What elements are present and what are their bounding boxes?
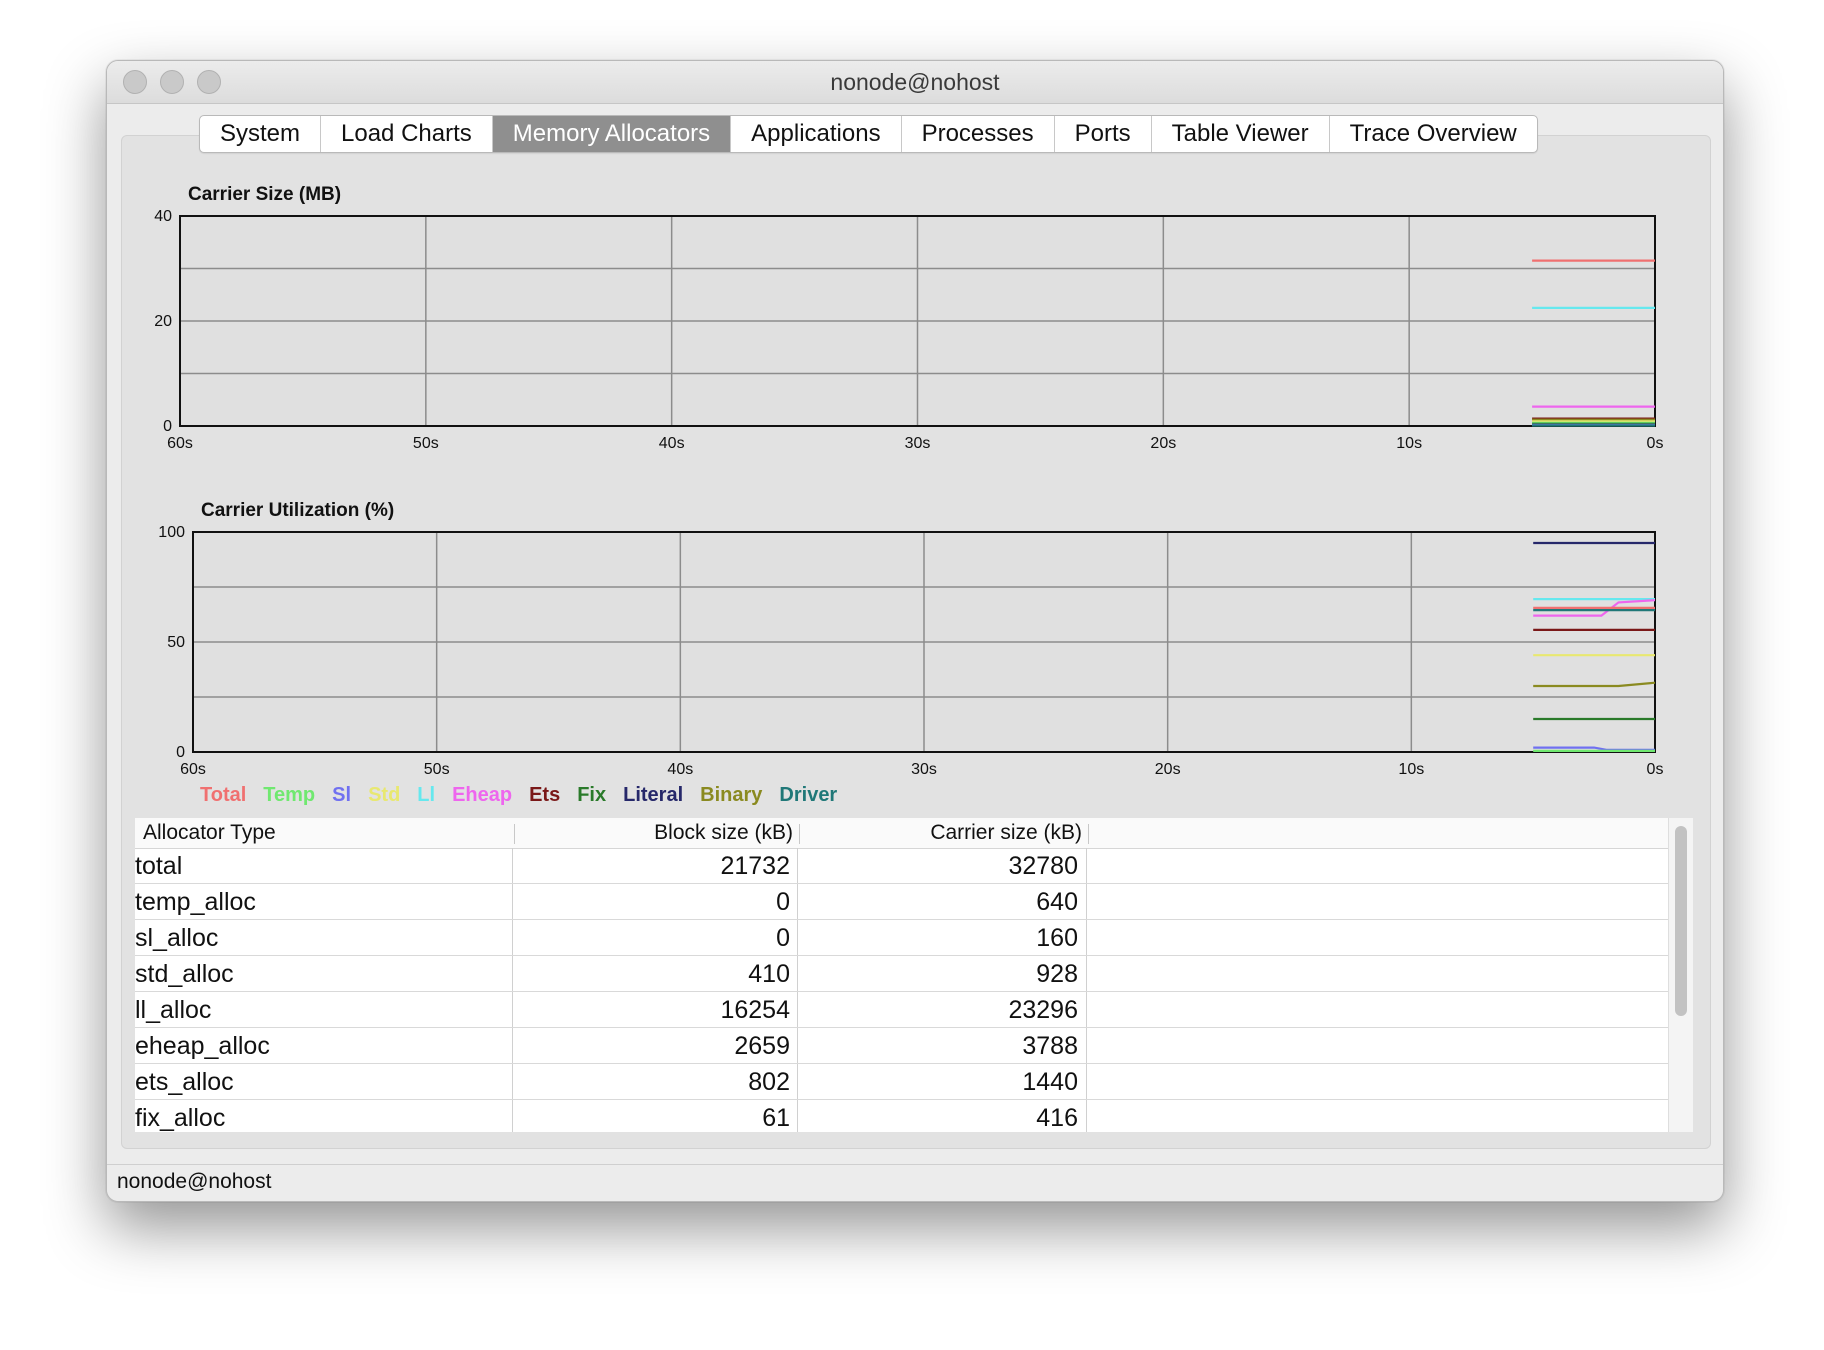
legend-item-driver: Driver [779, 784, 838, 806]
carrier-size-cell: 928 [1036, 960, 1078, 988]
header-divider [1088, 824, 1089, 844]
header-carrier-size[interactable]: Carrier size (kB) [800, 818, 1088, 848]
carrier-size-x-tick-label: 30s [905, 435, 931, 452]
block-size-cell: 0 [776, 924, 790, 952]
legend-item-binary: Binary [700, 784, 763, 806]
carrier-size-x-tick-label: 20s [1150, 435, 1176, 452]
carrier-utilization-x-tick-label: 40s [667, 761, 693, 778]
block-size-cell: 21732 [720, 852, 790, 880]
table-row[interactable]: ets_alloc 802 1440 [135, 1065, 1669, 1100]
status-text: nonode@nohost [117, 1170, 272, 1193]
table-row[interactable]: ll_alloc 16254 23296 [135, 993, 1669, 1028]
table-row[interactable]: sl_alloc 0 160 [135, 921, 1669, 956]
block-size-cell: 802 [748, 1068, 790, 1096]
table-header: Allocator Type Block size (kB) Carrier s… [135, 818, 1669, 849]
table-row[interactable]: temp_alloc 0 640 [135, 885, 1669, 920]
legend-item-temp: Temp [263, 784, 316, 806]
carrier-utilization-x-tick-label: 30s [911, 761, 937, 778]
legend-item-literal: Literal [623, 784, 684, 806]
allocator-type-cell: ets_alloc [135, 1068, 234, 1096]
carrier-size-y-tick-label: 0 [163, 418, 172, 435]
charts-canvas: 60s 50s 40s 30s 20s 10s 0s 0 20 40 60s 50s 40s 30s 20s… [154, 208, 1664, 778]
carrier-size-cell: 416 [1036, 1104, 1078, 1132]
allocator-type-cell: eheap_alloc [135, 1032, 270, 1060]
carrier-size-cell: 640 [1036, 888, 1078, 916]
allocator-type-cell: temp_alloc [135, 888, 256, 916]
header-block-size[interactable]: Block size (kB) [515, 818, 797, 848]
carrier-utilization-x-tick-label: 50s [424, 761, 450, 778]
table-row[interactable]: eheap_alloc 2659 3788 [135, 1029, 1669, 1064]
block-size-cell: 2659 [734, 1032, 790, 1060]
carrier-utilization-y-tick-label: 100 [158, 524, 185, 541]
legend-item-std: Std [368, 784, 401, 806]
chart-legend: Total Temp Sl Std Ll Eheap Ets Fix Liter… [200, 784, 837, 807]
carrier-utilization-x-tick-label: 0s [1647, 761, 1664, 778]
carrier-utilization-x-tick-label: 20s [1155, 761, 1181, 778]
carrier-utilization-y-tick-label: 50 [167, 634, 185, 651]
allocator-type-cell: fix_alloc [135, 1104, 226, 1132]
block-size-cell: 0 [776, 888, 790, 916]
carrier-size-y-tick-label: 40 [154, 208, 172, 225]
legend-item-fix: Fix [577, 784, 607, 806]
legend-item-total: Total [200, 784, 247, 806]
allocator-type-cell: std_alloc [135, 960, 234, 988]
scrollbar-thumb[interactable] [1675, 826, 1687, 1016]
allocator-type-cell: sl_alloc [135, 924, 219, 952]
carrier-size-cell: 32780 [1008, 852, 1078, 880]
block-size-cell: 410 [748, 960, 790, 988]
block-size-cell: 61 [762, 1104, 790, 1132]
carrier-size-cell: 3788 [1022, 1032, 1078, 1060]
table-row[interactable]: std_alloc 410 928 [135, 957, 1669, 992]
carrier-utilization-x-tick-label: 10s [1398, 761, 1424, 778]
block-size-cell: 16254 [720, 996, 790, 1024]
carrier-size-x-tick-label: 60s [167, 435, 193, 452]
allocator-table: Allocator Type Block size (kB) Carrier s… [135, 818, 1693, 1132]
carrier-size-x-tick-label: 40s [659, 435, 685, 452]
carrier-size-cell: 160 [1036, 924, 1078, 952]
legend-item-ets: Ets [529, 784, 561, 806]
status-bar: nonode@nohost [107, 1164, 1723, 1201]
carrier-size-x-tick-label: 0s [1647, 435, 1664, 452]
carrier-size-x-tick-label: 10s [1396, 435, 1422, 452]
header-allocator-type[interactable]: Allocator Type [143, 818, 503, 848]
carrier-size-y-tick-label: 20 [154, 313, 172, 330]
carrier-utilization-x-tick-label: 60s [180, 761, 206, 778]
table-row[interactable]: fix_alloc 61 416 [135, 1101, 1669, 1132]
carrier-size-cell: 1440 [1022, 1068, 1078, 1096]
carrier-size-cell: 23296 [1008, 996, 1078, 1024]
table-scrollbar[interactable] [1668, 818, 1693, 1132]
carrier-utilization-y-tick-label: 0 [176, 744, 185, 761]
carrier-size-x-tick-label: 50s [413, 435, 439, 452]
allocator-type-cell: ll_alloc [135, 996, 212, 1024]
allocator-type-cell: total [135, 852, 183, 880]
legend-item-sl: Sl [332, 784, 352, 806]
legend-item-eheap: Eheap [452, 784, 513, 806]
table-row[interactable]: total 21732 32780 [135, 849, 1669, 884]
legend-item-ll: Ll [417, 784, 436, 806]
